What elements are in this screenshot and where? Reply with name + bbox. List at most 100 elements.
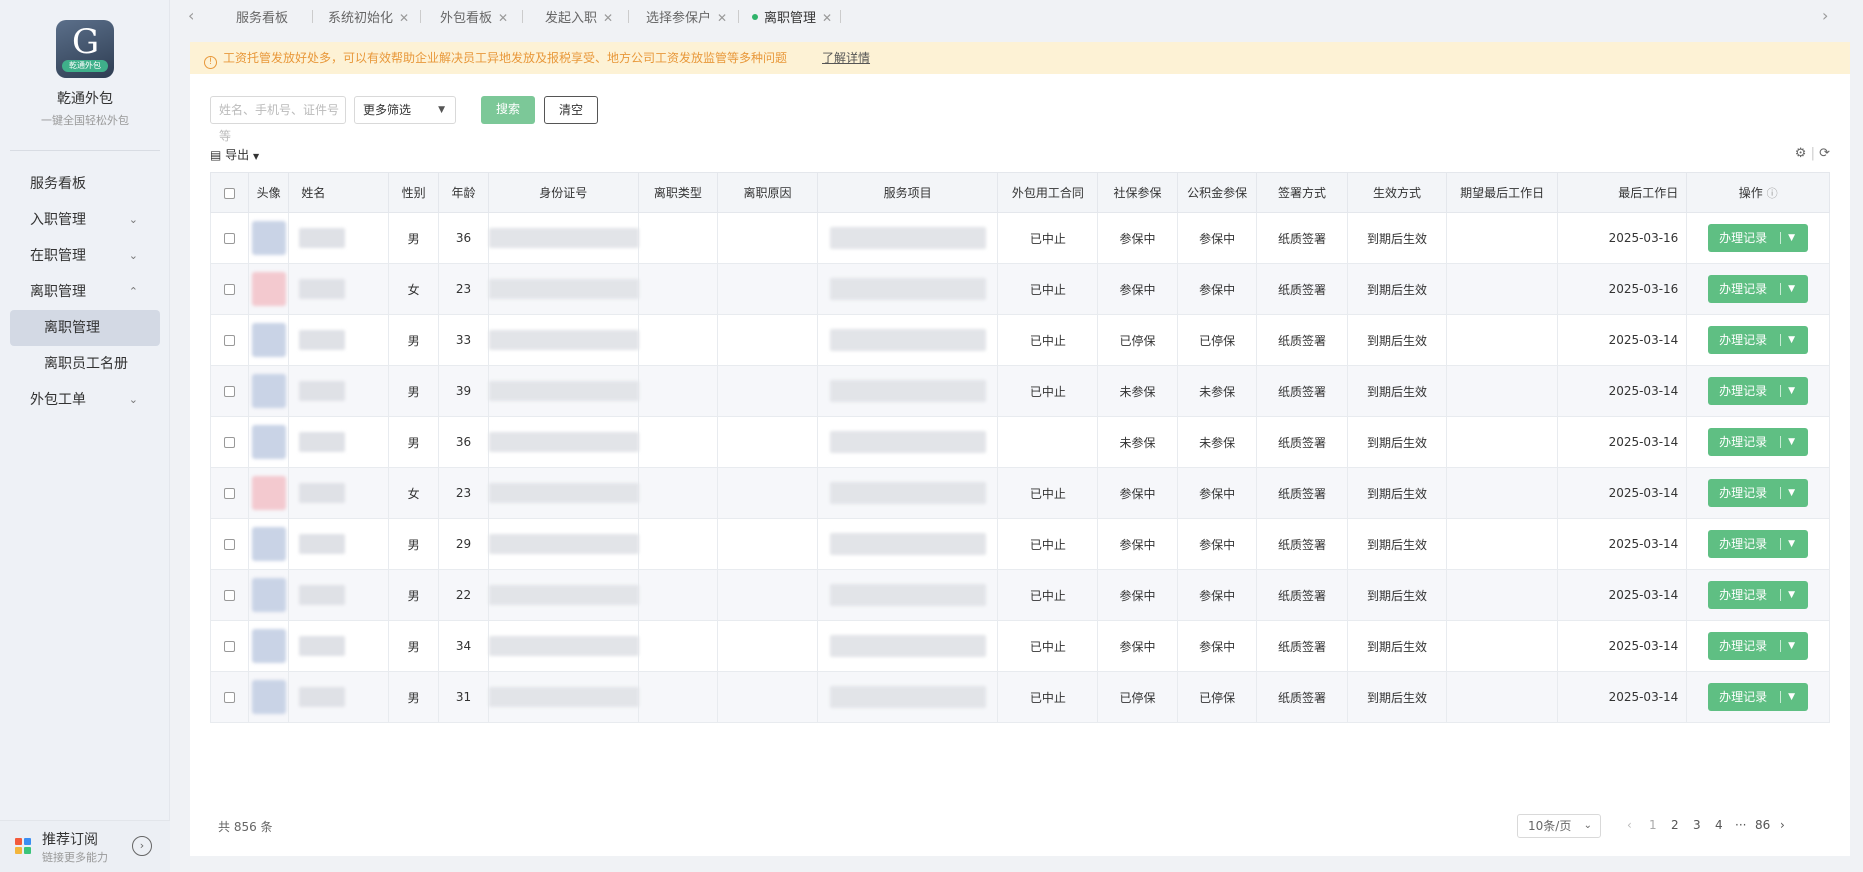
app-grid-icon — [15, 838, 31, 854]
page-4[interactable]: 4 — [1715, 818, 1723, 832]
employee-name — [288, 212, 390, 264]
chevron-left-icon[interactable]: ‹ — [188, 6, 194, 25]
next-page-button[interactable]: › — [1780, 818, 1785, 832]
id-number-cell — [487, 212, 639, 264]
sidebar-item-resigned-roster[interactable]: 离职员工名册 — [10, 346, 160, 382]
settings-icon[interactable]: ⚙ — [1795, 146, 1807, 161]
row-checkbox[interactable] — [210, 314, 249, 366]
row-checkbox[interactable] — [210, 467, 249, 519]
sidebar-item-resignation[interactable]: 离职管理 ⌃ — [10, 274, 160, 310]
record-button[interactable]: 办理记录 ▼ — [1708, 377, 1809, 405]
tab-select-insured[interactable]: 选择参保户 ✕ — [646, 7, 727, 26]
page-2[interactable]: 2 — [1671, 818, 1679, 832]
more-filter-select[interactable]: 更多筛选 ▼ — [354, 96, 456, 124]
page-1[interactable]: 1 — [1649, 818, 1657, 832]
avatar — [247, 467, 290, 519]
resign-reason-cell — [717, 671, 818, 723]
caret-down-icon[interactable]: ▼ — [1788, 377, 1795, 405]
row-checkbox[interactable] — [210, 212, 249, 264]
social-cell: 参保中 — [1097, 263, 1178, 315]
chevron-up-icon: ⌃ — [128, 285, 138, 298]
table-row: 男 22 已中止 参保中 参保中 纸质签署 到期后生效 2025-03-14 办理记录 ▼ — [210, 569, 1830, 621]
row-checkbox[interactable] — [210, 365, 249, 417]
expected-cell — [1446, 314, 1558, 366]
close-icon[interactable]: ✕ — [603, 11, 613, 25]
record-button[interactable]: 办理记录 ▼ — [1708, 326, 1809, 354]
record-button[interactable]: 办理记录 ▼ — [1708, 275, 1809, 303]
sidebar-item-employed[interactable]: 在职管理 ⌄ — [10, 238, 160, 274]
record-button[interactable]: 办理记录 ▼ — [1708, 224, 1809, 252]
row-checkbox[interactable] — [210, 569, 249, 621]
record-button[interactable]: 办理记录 ▼ — [1708, 479, 1809, 507]
fund-cell: 参保中 — [1176, 263, 1258, 315]
age-cell: 23 — [438, 263, 489, 315]
record-button[interactable]: 办理记录 ▼ — [1708, 581, 1809, 609]
record-button[interactable]: 办理记录 ▼ — [1708, 632, 1809, 660]
tab-outsourcing-board[interactable]: 外包看板 ✕ — [440, 7, 508, 26]
caret-down-icon[interactable]: ▼ — [1788, 530, 1795, 558]
social-cell: 已停保 — [1097, 671, 1178, 723]
caret-down-icon[interactable]: ▼ — [1788, 224, 1795, 252]
sidebar-item-resignation-manage[interactable]: 离职管理 — [10, 310, 160, 346]
ops-cell: 办理记录 ▼ — [1686, 365, 1830, 417]
sidebar-item-service-board[interactable]: 服务看板 — [10, 166, 160, 202]
age-cell: 36 — [438, 416, 489, 468]
row-checkbox[interactable] — [210, 416, 249, 468]
contract-cell: 已中止 — [997, 620, 1099, 672]
caret-down-icon[interactable]: ▼ — [1788, 479, 1795, 507]
info-icon: ! — [204, 56, 217, 69]
caret-down-icon[interactable]: ▼ — [1788, 581, 1795, 609]
chevron-right-icon[interactable]: › — [1822, 6, 1828, 25]
tab-resignation-manage[interactable]: 离职管理 ✕ — [752, 7, 832, 26]
row-checkbox[interactable] — [210, 671, 249, 723]
id-number-cell — [487, 314, 639, 366]
record-button[interactable]: 办理记录 ▼ — [1708, 428, 1809, 456]
gender-cell: 女 — [388, 467, 440, 519]
gender-cell: 男 — [388, 416, 440, 468]
page-3[interactable]: 3 — [1693, 818, 1701, 832]
close-icon[interactable]: ✕ — [498, 11, 508, 25]
tab-start-onboarding[interactable]: 发起入职 ✕ — [545, 7, 613, 26]
tab-service-board[interactable]: 服务看板 — [236, 7, 288, 26]
close-icon[interactable]: ✕ — [822, 11, 832, 25]
refresh-icon[interactable]: ⟳ — [1819, 146, 1830, 161]
select-all-checkbox[interactable] — [210, 172, 249, 213]
contract-cell: 已中止 — [997, 569, 1099, 621]
caret-down-icon[interactable]: ▼ — [1788, 275, 1795, 303]
sidebar-item-work-orders[interactable]: 外包工单 ⌄ — [10, 382, 160, 418]
resign-reason-cell — [717, 263, 818, 315]
row-checkbox[interactable] — [210, 518, 249, 570]
search-input[interactable]: 姓名、手机号、证件号等 — [210, 96, 346, 143]
caret-down-icon[interactable]: ▼ — [1788, 683, 1795, 711]
close-icon[interactable]: ✕ — [717, 11, 727, 25]
caret-down-icon[interactable]: ▼ — [1788, 326, 1795, 354]
fund-cell: 已停保 — [1176, 671, 1258, 723]
row-checkbox[interactable] — [210, 263, 249, 315]
learn-more-link[interactable]: 了解详情 — [822, 42, 870, 74]
chevron-down-icon: ⌄ — [128, 213, 138, 226]
page-86[interactable]: 86 — [1755, 818, 1770, 832]
export-button[interactable]: ▤ 导出 ▼ — [210, 146, 259, 163]
caret-down-icon[interactable]: ▼ — [1788, 428, 1795, 456]
caret-down-icon[interactable]: ▼ — [1788, 632, 1795, 660]
effect-cell: 到期后生效 — [1346, 620, 1448, 672]
close-icon[interactable]: ✕ — [399, 11, 409, 25]
clear-button[interactable]: 清空 — [544, 96, 598, 124]
recommend-subscribe[interactable]: 推荐订阅 链接更多能力 › — [0, 820, 170, 872]
page-ellipsis[interactable]: ··· — [1735, 818, 1746, 832]
app-logo: G 乾通外包 — [56, 20, 114, 78]
gender-cell: 男 — [388, 365, 440, 417]
last-day-cell: 2025-03-14 — [1556, 416, 1688, 468]
record-button[interactable]: 办理记录 ▼ — [1708, 530, 1809, 558]
sidebar-item-onboarding[interactable]: 入职管理 ⌄ — [10, 202, 160, 238]
age-cell: 39 — [438, 365, 489, 417]
resign-type-cell — [637, 671, 719, 723]
arrow-right-circle-icon[interactable]: › — [132, 836, 152, 856]
tab-system-init[interactable]: 系统初始化 ✕ — [328, 7, 409, 26]
row-checkbox[interactable] — [210, 620, 249, 672]
prev-page-button[interactable]: ‹ — [1627, 818, 1632, 832]
notice-banner: ! 工资托管发放好处多，可以有效帮助企业解决员工异地发放及报税享受、地方公司工资发… — [190, 42, 1850, 74]
record-button[interactable]: 办理记录 ▼ — [1708, 683, 1809, 711]
page-size-select[interactable]: 10条/页 ⌄ — [1517, 814, 1601, 838]
search-button[interactable]: 搜索 — [481, 96, 535, 124]
